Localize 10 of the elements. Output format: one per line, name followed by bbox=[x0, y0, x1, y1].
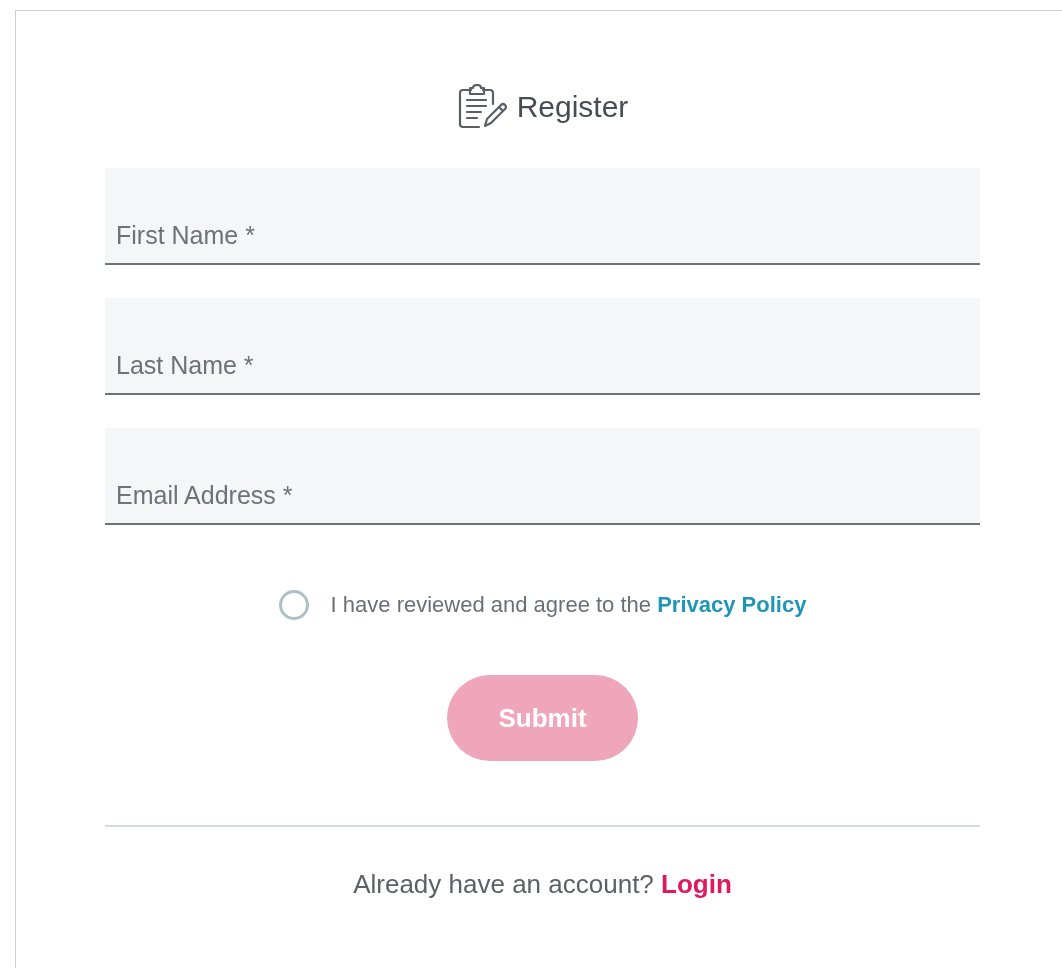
login-link[interactable]: Login bbox=[661, 869, 732, 899]
text-field[interactable]: First Name * bbox=[105, 168, 980, 265]
footer-text: Already have an account? Login bbox=[353, 869, 732, 900]
agree-checkbox[interactable] bbox=[278, 590, 309, 620]
clipboard-pencil-icon bbox=[456, 84, 507, 130]
text-field[interactable]: Last Name * bbox=[105, 298, 980, 395]
text-field[interactable]: Email Address * bbox=[105, 428, 980, 525]
page-title: Register bbox=[516, 90, 629, 124]
consent-text: I have reviewed and agree to the Privacy Policy bbox=[330, 592, 807, 618]
privacy-policy-link[interactable]: Privacy Policy bbox=[657, 592, 807, 617]
